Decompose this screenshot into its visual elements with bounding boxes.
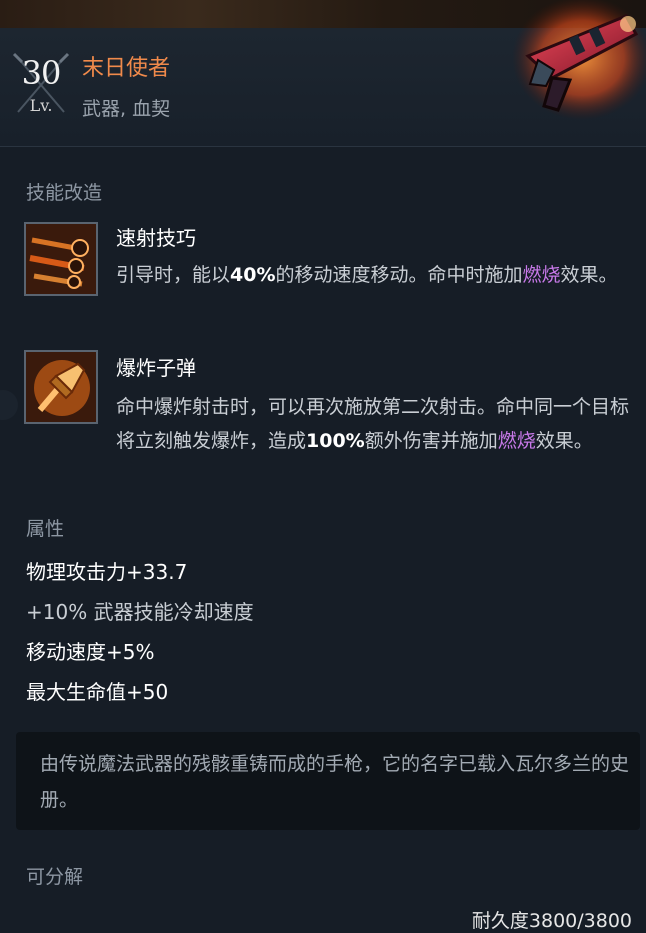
skill-name: 爆炸子弹 (116, 356, 196, 380)
skill-desc-text: 效果。 (560, 264, 618, 286)
attribute-line: +10% 武器技能冷却速度 (26, 600, 254, 624)
durability-value: 耐久度3800/3800 (471, 910, 632, 932)
burn-keyword[interactable]: 燃烧 (498, 430, 536, 452)
skill-desc-value: 40% (230, 264, 276, 286)
skill-rapid-fire-icon[interactable] (24, 222, 98, 296)
lore-text: 由传说魔法武器的残骸重铸而成的手枪，它的名字已载入瓦尔多兰的史册。 (40, 753, 630, 811)
level-badge: 30 Lv. (10, 52, 72, 128)
attribute-line: 物理攻击力+33.7 (26, 560, 188, 584)
flaming-pistol-icon (512, 0, 646, 120)
attribute-line: 最大生命值+50 (26, 680, 169, 704)
lore-box: 由传说魔法武器的残骸重铸而成的手枪，它的名字已载入瓦尔多兰的史册。 (16, 732, 640, 830)
skill-name: 速射技巧 (116, 226, 196, 250)
skill-desc-text: 额外伤害并施加 (364, 430, 498, 452)
attribute-line: 移动速度+5% (26, 640, 155, 664)
attributes-section-title: 属性 (26, 518, 65, 540)
item-type: 武器, 血契 (82, 98, 171, 120)
level-label: Lv. (29, 96, 53, 115)
skill-desc-value: 100% (306, 430, 365, 452)
skill-explosive-bullet-icon[interactable] (24, 350, 98, 424)
burn-keyword[interactable]: 燃烧 (523, 264, 561, 286)
rapid-fire-icon (26, 224, 96, 294)
skills-section-title: 技能改造 (26, 182, 103, 204)
salvage-label: 可分解 (26, 866, 84, 888)
watermark-logo (0, 390, 18, 420)
item-header: 30 Lv. 末日使者 武器, 血契 (0, 0, 646, 147)
skill-desc-text: 引导时，能以 (116, 264, 231, 286)
skill-desc-text: 效果。 (535, 430, 593, 452)
explosive-bullet-icon (26, 352, 96, 422)
item-level: 30 (21, 54, 62, 92)
skill-desc-text: 的移动速度移动。命中时施加 (275, 264, 523, 286)
item-name: 末日使者 (82, 56, 171, 81)
skill-description: 命中爆炸射击时，可以再次施放第二次射击。命中同一个目标将立刻触发爆炸，造成100… (116, 390, 636, 458)
skill-description: 引导时，能以40%的移动速度移动。命中时施加燃烧效果。 (116, 258, 636, 292)
